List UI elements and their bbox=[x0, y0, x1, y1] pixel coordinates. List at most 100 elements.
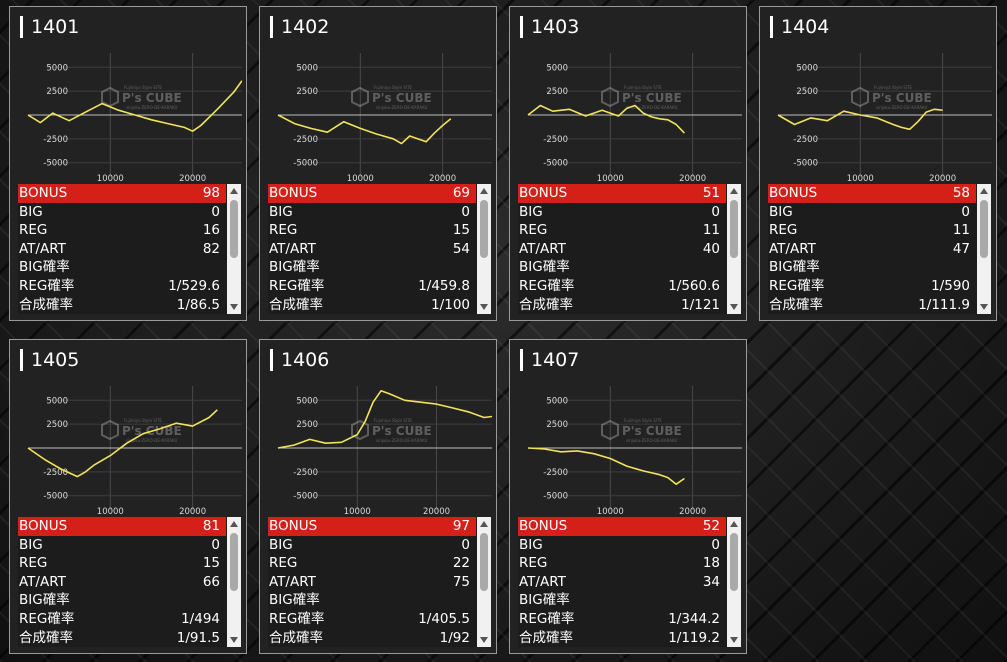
stat-value: 15 bbox=[452, 222, 470, 239]
stat-label: BIG確率 bbox=[19, 259, 70, 276]
machine-panel[interactable]: 1403 5000 2500 -2500 -5000 10000 20000 P's CUBE… bbox=[509, 6, 747, 321]
scrollbar-thumb[interactable] bbox=[980, 200, 988, 258]
scroll-up-arrow-icon[interactable] bbox=[730, 521, 738, 527]
stat-label: 合成確率 bbox=[19, 296, 73, 313]
scrollbar[interactable] bbox=[227, 184, 241, 314]
watermark-brand: P's CUBE bbox=[622, 91, 682, 105]
x-tick-label: 20000 bbox=[679, 507, 706, 517]
stat-value: 1/405.5 bbox=[418, 611, 470, 627]
watermark-logo: P's CUBEFujimiya Style SITEsinjuku-ZERO-… bbox=[601, 418, 682, 443]
stat-row-reg-prob: REG確率 1/494 bbox=[18, 610, 226, 629]
scrollbar-thumb[interactable] bbox=[230, 533, 238, 591]
stat-value: 1/119.2 bbox=[668, 629, 720, 646]
scrollbar-thumb[interactable] bbox=[230, 200, 238, 258]
scrollbar[interactable] bbox=[727, 184, 741, 314]
stat-row-at: AT/ART 82 bbox=[18, 240, 226, 259]
scrollbar[interactable] bbox=[227, 517, 241, 647]
stat-row-big: BIG 0 bbox=[18, 203, 226, 222]
stat-row-big: BIG 0 bbox=[768, 203, 976, 222]
x-tick-label: 10000 bbox=[97, 507, 124, 517]
y-tick-label: 2500 bbox=[546, 420, 568, 430]
stat-row-total-prob: 合成確率 1/92 bbox=[268, 629, 476, 647]
machine-panel[interactable]: 1404 5000 2500 -2500 -5000 10000 20000 P's CUBE… bbox=[759, 6, 997, 321]
scrollbar-thumb[interactable] bbox=[480, 200, 488, 258]
stat-label: 合成確率 bbox=[269, 629, 323, 646]
watermark-sub: sinjuku-ZERO-DE-KARAKU bbox=[376, 438, 428, 443]
stat-value: 1/529.6 bbox=[168, 278, 220, 294]
scrollbar-thumb[interactable] bbox=[730, 533, 738, 591]
stat-row-reg: REG 15 bbox=[268, 221, 476, 240]
watermark-brand: P's CUBE bbox=[622, 424, 682, 438]
stats-list[interactable]: BONUS 69 BIG 0 REG 15 AT/ART 54 BIG確率 REG確率 1/459.… bbox=[268, 184, 491, 314]
machine-panel[interactable]: 1406 5000 2500 -2500 -5000 10000 20000 P's CUBE… bbox=[259, 339, 497, 654]
scrollbar[interactable] bbox=[477, 184, 491, 314]
scrollbar-thumb[interactable] bbox=[730, 200, 738, 258]
stat-label: REG bbox=[269, 555, 298, 572]
scroll-down-arrow-icon[interactable] bbox=[480, 304, 488, 310]
stat-row-big-prob: BIG確率 bbox=[18, 591, 226, 610]
stat-row-total-prob: 合成確率 1/100 bbox=[268, 296, 476, 314]
stat-label: BONUS bbox=[19, 185, 68, 201]
stats-list[interactable]: BONUS 97 BIG 0 REG 22 AT/ART 75 BIG確率 REG確率 1/405.… bbox=[268, 517, 491, 647]
scrollbar[interactable] bbox=[477, 517, 491, 647]
stat-label: AT/ART bbox=[519, 240, 566, 257]
slump-graph: 5000 2500 -2500 -5000 10000 20000 P's CUBE Fuji… bbox=[516, 47, 742, 187]
scroll-down-arrow-icon[interactable] bbox=[230, 637, 238, 643]
scrollbar-thumb[interactable] bbox=[480, 533, 488, 591]
watermark-tagline: Fujimiya Style SITE bbox=[874, 85, 912, 90]
stats-list[interactable]: BONUS 98 BIG 0 REG 16 AT/ART 82 BIG確率 REG確率 1/529.… bbox=[18, 184, 241, 314]
scrollbar[interactable] bbox=[977, 184, 991, 314]
scroll-down-arrow-icon[interactable] bbox=[230, 304, 238, 310]
watermark-sub: sinjuku-ZERO-DE-KARAKU bbox=[126, 105, 178, 110]
stat-label: BIG確率 bbox=[519, 592, 570, 609]
y-tick-label: -2500 bbox=[43, 135, 68, 145]
watermark-sub: sinjuku-ZERO-DE-KARAKU bbox=[376, 105, 428, 110]
machine-panel[interactable]: 1402 5000 2500 -2500 -5000 10000 20000 P's CUBE… bbox=[259, 6, 497, 321]
stat-row-bonus: BONUS 69 bbox=[268, 184, 476, 203]
scroll-down-arrow-icon[interactable] bbox=[980, 304, 988, 310]
machine-panel[interactable]: 1405 5000 2500 -2500 -5000 10000 20000 P's CUBE… bbox=[9, 339, 247, 654]
scrollbar[interactable] bbox=[727, 517, 741, 647]
x-tick-label: 10000 bbox=[97, 174, 124, 184]
stat-row-reg: REG 15 bbox=[18, 554, 226, 573]
scroll-up-arrow-icon[interactable] bbox=[980, 188, 988, 194]
scroll-up-arrow-icon[interactable] bbox=[230, 188, 238, 194]
scroll-down-arrow-icon[interactable] bbox=[480, 637, 488, 643]
stats-list[interactable]: BONUS 81 BIG 0 REG 15 AT/ART 66 BIG確率 REG確率 1/494 合… bbox=[18, 517, 241, 647]
stat-row-total-prob: 合成確率 1/121 bbox=[518, 296, 726, 314]
stat-label: REG確率 bbox=[19, 611, 75, 627]
stat-value: 0 bbox=[711, 536, 720, 553]
slump-graph-svg: 5000 2500 -2500 -5000 10000 20000 P's CUBEFuji… bbox=[27, 386, 242, 517]
scroll-up-arrow-icon[interactable] bbox=[730, 188, 738, 194]
stat-value: 81 bbox=[202, 518, 220, 534]
stat-value: 69 bbox=[452, 185, 470, 201]
stats-list[interactable]: BONUS 52 BIG 0 REG 18 AT/ART 34 BIG確率 REG確率 1/344.… bbox=[518, 517, 741, 647]
slump-graph: 5000 2500 -2500 -5000 10000 20000 P's CUBE Fuji… bbox=[16, 47, 242, 187]
y-tick-label: 2500 bbox=[46, 420, 68, 430]
machine-number: 1406 bbox=[270, 349, 329, 371]
scroll-down-arrow-icon[interactable] bbox=[730, 637, 738, 643]
stat-value: 1/100 bbox=[431, 296, 470, 313]
stat-row-at: AT/ART 66 bbox=[18, 573, 226, 592]
machine-panel[interactable]: 1401 5000 2500 -2500 -5000 10000 20000 P's CUBE… bbox=[9, 6, 247, 321]
stat-label: REG bbox=[519, 222, 548, 239]
y-tick-label: 2500 bbox=[546, 87, 568, 97]
y-tick-label: 5000 bbox=[796, 63, 818, 73]
stats-list[interactable]: BONUS 51 BIG 0 REG 11 AT/ART 40 BIG確率 REG確率 1/560.… bbox=[518, 184, 741, 314]
stat-value: 0 bbox=[211, 203, 220, 220]
y-tick-label: -2500 bbox=[293, 135, 318, 145]
stat-label: REG bbox=[269, 222, 298, 239]
stat-value: 11 bbox=[702, 222, 720, 239]
watermark-logo: P's CUBEFujimiya Style SITEsinjuku-ZERO-… bbox=[351, 418, 432, 443]
stat-value: 0 bbox=[211, 536, 220, 553]
scroll-up-arrow-icon[interactable] bbox=[230, 521, 238, 527]
y-tick-label: -5000 bbox=[43, 159, 68, 169]
x-tick-label: 20000 bbox=[929, 174, 956, 184]
machine-panel[interactable]: 1407 5000 2500 -2500 -5000 10000 20000 P's CUBE… bbox=[509, 339, 747, 654]
scroll-up-arrow-icon[interactable] bbox=[480, 521, 488, 527]
scroll-down-arrow-icon[interactable] bbox=[730, 304, 738, 310]
stat-row-big: BIG 0 bbox=[518, 203, 726, 222]
stats-list[interactable]: BONUS 58 BIG 0 REG 11 AT/ART 47 BIG確率 REG確率 1/590 合… bbox=[768, 184, 991, 314]
watermark-logo: P's CUBEFujimiya Style SITEsinjuku-ZERO-… bbox=[601, 85, 682, 110]
scroll-up-arrow-icon[interactable] bbox=[480, 188, 488, 194]
